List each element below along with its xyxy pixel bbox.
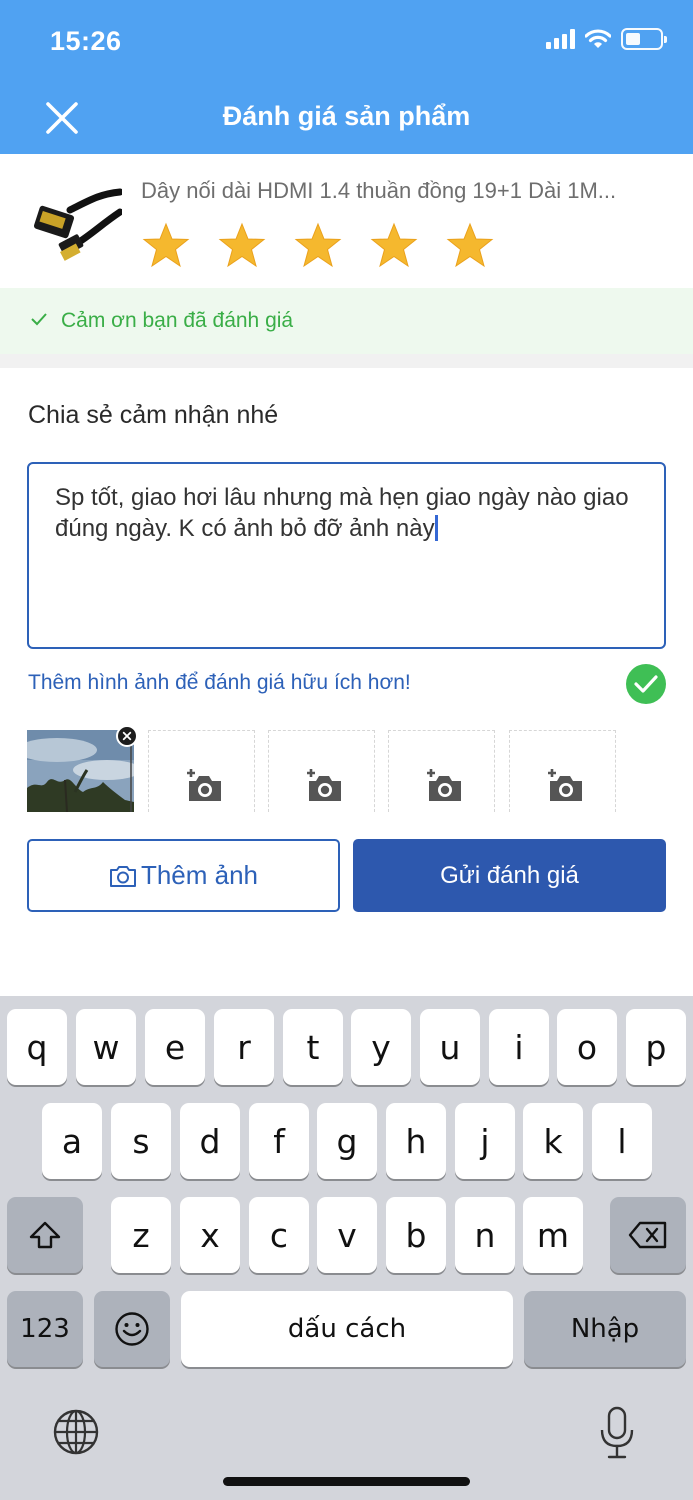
photo-slot[interactable] [148, 730, 255, 812]
key-e[interactable]: e [145, 1009, 205, 1085]
key-a[interactable]: a [42, 1103, 102, 1179]
key-h[interactable]: h [386, 1103, 446, 1179]
remove-photo-icon[interactable] [116, 725, 138, 747]
star-icon[interactable] [370, 222, 418, 268]
section-divider [0, 354, 693, 368]
add-photo-hint: Thêm hình ảnh để đánh giá hữu ích hơn! [28, 671, 411, 694]
thanks-text: Cảm ơn bạn đã đánh giá [61, 309, 294, 332]
app-header: 15:26 Đánh giá sản phẩm [0, 0, 693, 154]
space-key[interactable]: dấu cách [181, 1291, 513, 1367]
wifi-icon [585, 29, 611, 48]
key-t[interactable]: t [283, 1009, 343, 1085]
status-icons [546, 28, 667, 50]
page-title: Đánh giá sản phẩm [222, 101, 471, 131]
submit-review-button[interactable]: Gửi đánh giá [353, 839, 666, 912]
add-camera-icon [427, 769, 461, 801]
key-o[interactable]: o [557, 1009, 617, 1085]
emoji-icon [115, 1312, 149, 1346]
key-n[interactable]: n [455, 1197, 515, 1273]
key-s[interactable]: s [111, 1103, 171, 1179]
review-text: Sp tốt, giao hơi lâu nhưng mà hẹn giao n… [55, 484, 629, 542]
star-icon[interactable] [446, 222, 494, 268]
key-l[interactable]: l [592, 1103, 652, 1179]
check-circle-icon [626, 664, 666, 704]
microphone-icon[interactable] [598, 1406, 636, 1460]
key-w[interactable]: w [76, 1009, 136, 1085]
key-j[interactable]: j [455, 1103, 515, 1179]
camera-icon [109, 865, 136, 887]
key-g[interactable]: g [317, 1103, 377, 1179]
backspace-key[interactable] [610, 1197, 686, 1273]
shift-icon [29, 1221, 61, 1249]
check-icon [31, 313, 47, 326]
photo-slot[interactable] [388, 730, 495, 812]
globe-icon[interactable] [52, 1408, 100, 1456]
product-image [33, 188, 122, 261]
key-f[interactable]: f [249, 1103, 309, 1179]
star-icon[interactable] [294, 222, 342, 268]
photo-slot[interactable] [268, 730, 375, 812]
product-name: Dây nối dài HDMI 1.4 thuần đồng 19+1 Dài… [141, 178, 617, 203]
keyboard: q w e r t y u i o p a s d f g h j k l z … [0, 996, 693, 1500]
backspace-icon [628, 1221, 667, 1249]
key-y[interactable]: y [351, 1009, 411, 1085]
photo-slot[interactable] [509, 730, 616, 812]
product-card: Dây nối dài HDMI 1.4 thuần đồng 19+1 Dài… [0, 154, 693, 288]
review-section-title: Chia sẻ cảm nhận nhé [28, 401, 279, 429]
shift-key[interactable] [7, 1197, 83, 1273]
key-d[interactable]: d [180, 1103, 240, 1179]
key-p[interactable]: p [626, 1009, 686, 1085]
key-b[interactable]: b [386, 1197, 446, 1273]
key-x[interactable]: x [180, 1197, 240, 1273]
thanks-banner: Cảm ơn bạn đã đánh giá [0, 288, 693, 354]
key-c[interactable]: c [249, 1197, 309, 1273]
add-camera-icon [548, 769, 582, 801]
key-u[interactable]: u [420, 1009, 480, 1085]
numbers-key[interactable]: 123 [7, 1291, 83, 1367]
text-caret [434, 515, 438, 541]
key-r[interactable]: r [214, 1009, 274, 1085]
key-v[interactable]: v [317, 1197, 377, 1273]
add-camera-icon [307, 769, 341, 801]
return-key[interactable]: Nhập [524, 1291, 686, 1367]
key-k[interactable]: k [523, 1103, 583, 1179]
rating-stars[interactable] [142, 222, 494, 268]
key-q[interactable]: q [7, 1009, 67, 1085]
add-photo-label: Thêm ảnh [140, 860, 259, 890]
review-textarea[interactable]: Sp tốt, giao hơi lâu nhưng mà hẹn giao n… [27, 462, 666, 649]
key-z[interactable]: z [111, 1197, 171, 1273]
add-camera-icon [187, 769, 221, 801]
signal-icon [546, 29, 575, 49]
emoji-key[interactable] [94, 1291, 170, 1367]
star-icon[interactable] [142, 222, 190, 268]
status-time: 15:26 [50, 26, 122, 56]
star-icon[interactable] [218, 222, 266, 268]
key-i[interactable]: i [489, 1009, 549, 1085]
key-m[interactable]: m [523, 1197, 583, 1273]
add-photo-button[interactable]: Thêm ảnh [27, 839, 340, 912]
home-indicator [223, 1477, 470, 1486]
battery-icon [621, 28, 667, 50]
